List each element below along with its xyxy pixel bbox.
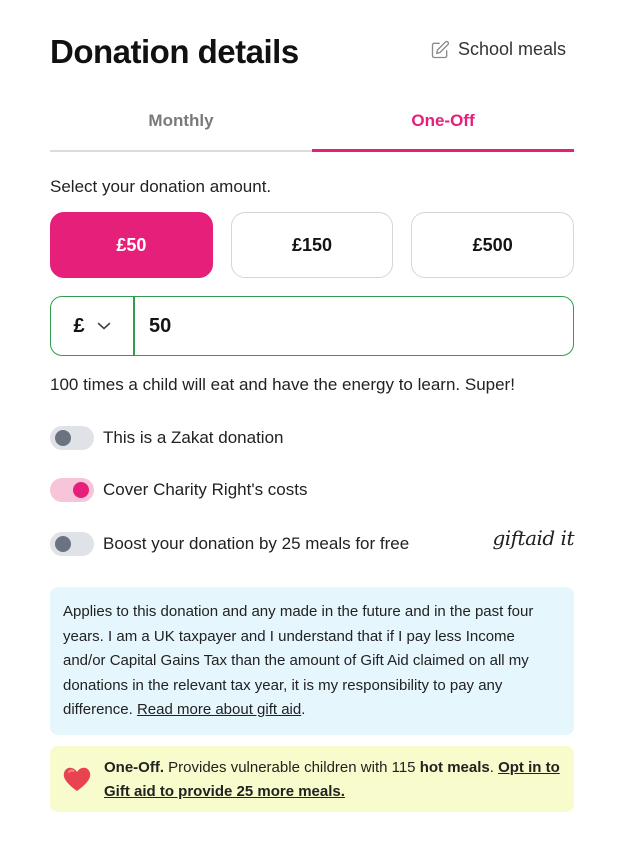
promo-after: . bbox=[489, 759, 499, 776]
currency-select[interactable]: £ bbox=[51, 297, 135, 355]
frequency-tabs: Monthly One-Off bbox=[50, 100, 574, 152]
boost-label: Boost your donation by 25 meals for free bbox=[103, 534, 410, 553]
amount-option-50[interactable]: £50 bbox=[50, 212, 213, 278]
amount-input[interactable]: 50 bbox=[135, 297, 573, 355]
promo-text: Provides vulnerable children with 115 bbox=[164, 759, 420, 776]
promo-frequency: One-Off. bbox=[104, 759, 164, 776]
header: Donation details School meals bbox=[50, 30, 574, 74]
custom-amount-field: £ 50 bbox=[50, 296, 574, 356]
zakat-label: This is a Zakat donation bbox=[103, 428, 284, 447]
chevron-down-icon bbox=[97, 322, 110, 330]
cover-costs-label: Cover Charity Right's costs bbox=[103, 480, 308, 499]
promo-highlight: hot meals bbox=[419, 759, 490, 776]
tab-one-off[interactable]: One-Off bbox=[312, 100, 574, 152]
gift-aid-read-more-link[interactable]: Read more about gift aid bbox=[137, 701, 301, 718]
edit-icon bbox=[431, 40, 449, 58]
toggle-knob bbox=[73, 482, 89, 498]
gift-aid-logo: giftaid it bbox=[492, 526, 574, 550]
toggle-knob bbox=[55, 430, 71, 446]
amount-section-label: Select your donation amount. bbox=[50, 177, 272, 196]
gift-aid-promo: One-Off. Provides vulnerable children wi… bbox=[50, 746, 574, 812]
boost-toggle[interactable] bbox=[50, 532, 94, 556]
amount-option-500[interactable]: £500 bbox=[411, 212, 575, 278]
zakat-toggle[interactable] bbox=[50, 426, 94, 450]
amount-options: £50 £150 £500 bbox=[50, 212, 575, 278]
page-title: Donation details bbox=[50, 33, 299, 70]
amount-option-150[interactable]: £150 bbox=[230, 212, 394, 278]
tab-monthly[interactable]: Monthly bbox=[50, 100, 312, 150]
currency-symbol: £ bbox=[73, 314, 85, 337]
cover-costs-toggle[interactable] bbox=[50, 478, 94, 502]
boost-row: Boost your donation by 25 meals for free… bbox=[50, 526, 574, 558]
toggle-knob bbox=[55, 536, 71, 552]
cover-costs-row: Cover Charity Right's costs bbox=[50, 476, 574, 504]
school-meals-label: School meals bbox=[457, 39, 566, 59]
zakat-row: This is a Zakat donation bbox=[50, 424, 574, 452]
school-meals-link[interactable]: School meals bbox=[430, 39, 566, 60]
heart-icon bbox=[63, 767, 91, 791]
gift-aid-end: . bbox=[301, 701, 306, 718]
gift-aid-info: Applies to this donation and any made in… bbox=[50, 587, 574, 735]
impact-text: 100 times a child will eat and have the … bbox=[50, 375, 515, 394]
